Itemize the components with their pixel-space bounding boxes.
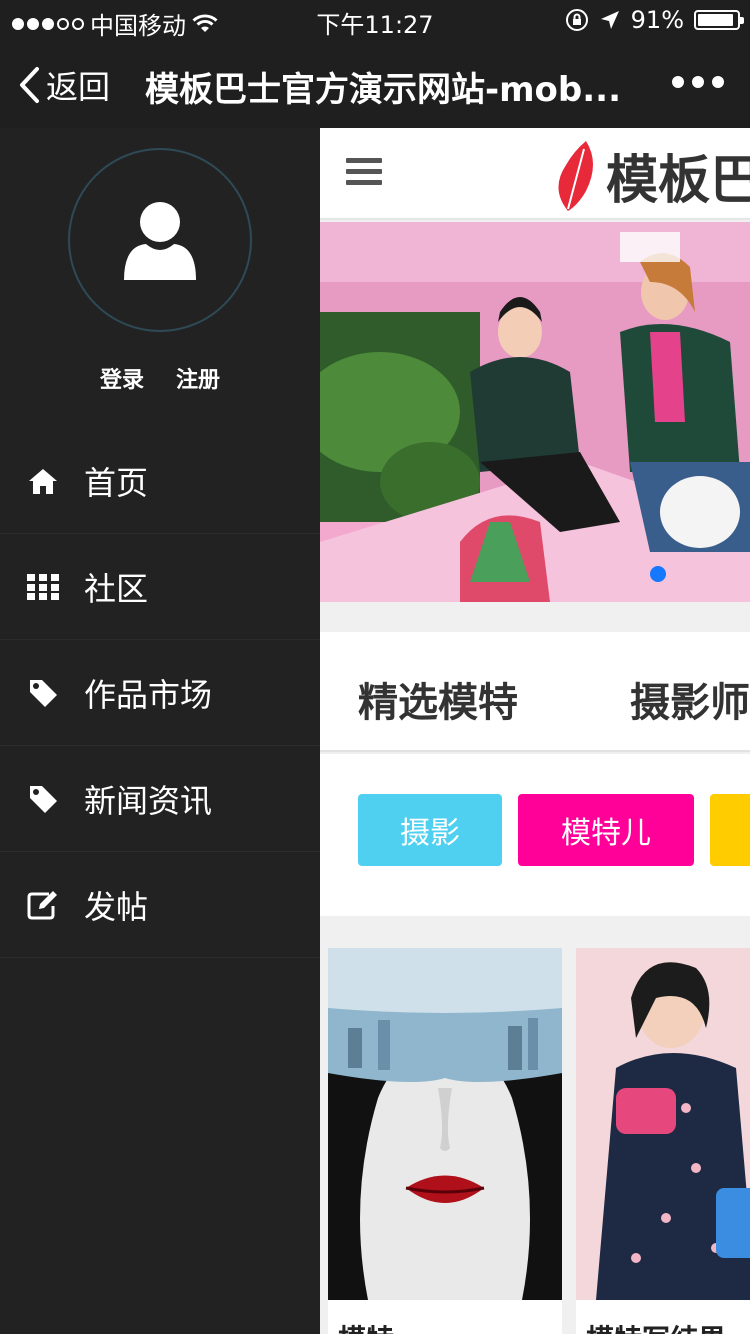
tag-model[interactable]: 模特儿 — [518, 794, 694, 866]
sidebar-item-label: 作品市场 — [84, 675, 213, 714]
leaf-logo-icon — [558, 140, 593, 211]
more-dot-icon — [672, 76, 684, 88]
back-button[interactable]: 返回 — [18, 62, 110, 108]
works-grid: 模特 模特写结果 — [320, 948, 750, 1334]
sidebar-drawer: 登录 注册 首页 社区 作品市场 新闻资讯 发帖 — [0, 128, 320, 1334]
avatar[interactable] — [68, 148, 252, 332]
tag-photography[interactable]: 摄影 — [358, 794, 502, 866]
logo-text: 模板巴 — [606, 150, 750, 211]
navigation-bar: 返回 模板巴士官方演示网站-mob... — [0, 40, 750, 128]
sidebar-item-news[interactable]: 新闻资讯 — [0, 746, 320, 852]
work-card-title: 模特写结果 — [586, 1318, 726, 1334]
banner-carousel[interactable] — [320, 222, 750, 602]
battery-percent: 91% — [630, 6, 684, 34]
work-card-image — [576, 948, 750, 1300]
location-arrow-icon — [600, 11, 619, 29]
carousel-indicator-dot[interactable] — [650, 566, 666, 582]
register-link[interactable]: 注册 — [176, 362, 220, 394]
sidebar-item-label: 首页 — [84, 463, 149, 502]
sidebar-item-post[interactable]: 发帖 — [0, 852, 320, 958]
more-menu-button[interactable] — [672, 76, 724, 88]
tag-icon — [26, 676, 60, 710]
sidebar-item-label: 新闻资讯 — [84, 781, 213, 820]
hamburger-menu-icon[interactable] — [346, 158, 382, 191]
work-card[interactable]: 模特 — [328, 948, 562, 1334]
sidebar-item-label: 发帖 — [84, 887, 149, 926]
status-right: 91% — [565, 6, 744, 34]
home-icon — [26, 464, 60, 498]
site-header: 模板巴 — [320, 128, 750, 220]
rotation-lock-icon — [565, 9, 588, 31]
auth-links: 登录 注册 — [0, 362, 320, 394]
main-page: 模板巴 精选模特 摄影师 摄影 模特儿 — [320, 128, 750, 1334]
sidebar-item-label: 社区 — [84, 569, 149, 608]
user-icon — [124, 202, 196, 280]
login-link[interactable]: 登录 — [100, 362, 144, 394]
tag-third[interactable] — [710, 794, 750, 866]
tab-photographers[interactable]: 摄影师 — [630, 670, 750, 728]
banner-photo — [320, 222, 750, 602]
chevron-left-icon — [20, 67, 39, 103]
sidebar-menu: 首页 社区 作品市场 新闻资讯 发帖 — [0, 428, 320, 958]
tab-featured-models[interactable]: 精选模特 — [358, 670, 518, 728]
work-card-title: 模特 — [338, 1318, 394, 1334]
back-label: 返回 — [46, 68, 111, 106]
work-card-image — [328, 948, 562, 1300]
edit-icon — [26, 888, 60, 922]
category-tabs: 精选模特 摄影师 — [320, 632, 750, 752]
tag-icon — [26, 782, 60, 816]
work-card[interactable]: 模特写结果 — [576, 948, 750, 1334]
status-bar: 中国移动 下午11:27 91% — [0, 0, 750, 40]
sidebar-item-home[interactable]: 首页 — [0, 428, 320, 534]
grid-icon — [26, 570, 60, 604]
tag-filters: 摄影 模特儿 — [320, 754, 750, 916]
site-logo[interactable]: 模板巴 — [556, 138, 750, 213]
sidebar-item-community[interactable]: 社区 — [0, 534, 320, 640]
battery-icon — [694, 10, 744, 30]
page-title: 模板巴士官方演示网站-mob... — [145, 70, 621, 110]
sidebar-item-works-market[interactable]: 作品市场 — [0, 640, 320, 746]
